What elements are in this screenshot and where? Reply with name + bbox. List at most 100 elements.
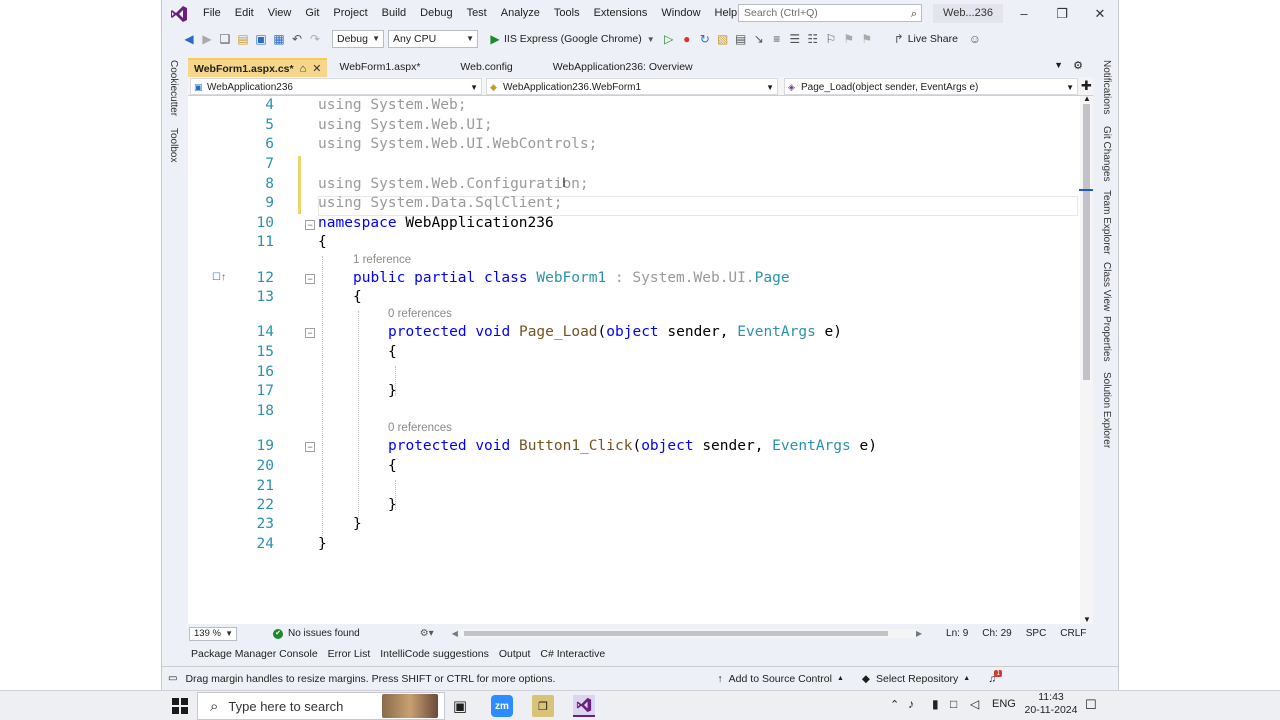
search-input[interactable]: Search (Ctrl+Q) ⌕: [738, 4, 922, 22]
restore-icon[interactable]: ❐: [1043, 0, 1081, 27]
method-references-codelens[interactable]: 0 references: [388, 422, 452, 434]
scroll-thumb[interactable]: [1083, 104, 1090, 380]
windows-start-icon[interactable]: [169, 695, 191, 717]
format-icon[interactable]: ≡: [768, 30, 786, 48]
uncomment-icon[interactable]: ☷: [804, 30, 822, 48]
menu-test[interactable]: Test: [460, 0, 494, 27]
type-dropdown[interactable]: ◆ WebApplication236.WebForm1 ▼: [486, 78, 778, 95]
notifications-tab[interactable]: Notifications: [1101, 60, 1112, 114]
save-all-icon[interactable]: ▦: [270, 30, 288, 48]
add-to-source-control-button[interactable]: Add to Source Control: [729, 673, 832, 685]
hot-reload-icon[interactable]: ●: [678, 30, 696, 48]
zoom-app-icon[interactable]: zm: [491, 695, 513, 717]
horizontal-scrollbar[interactable]: [459, 629, 916, 638]
code-lens-icon[interactable]: ☐↑: [212, 272, 226, 283]
method-references-codelens[interactable]: 0 references: [388, 308, 452, 320]
project-dropdown[interactable]: ▣ WebApplication236 ▼: [190, 78, 482, 95]
browser-link-icon[interactable]: ▧: [714, 30, 732, 48]
refresh-icon[interactable]: ↻: [696, 30, 714, 48]
bookmark-next-icon[interactable]: ⚑: [840, 30, 858, 48]
scroll-right-icon[interactable]: ▶: [916, 629, 922, 638]
tab-output[interactable]: Output: [494, 648, 536, 660]
menu-edit[interactable]: Edit: [228, 0, 261, 27]
fold-toggle[interactable]: −: [305, 442, 315, 452]
file-explorer-app-icon[interactable]: ❐: [532, 695, 554, 717]
bookmark-prev-icon[interactable]: ⚑: [858, 30, 876, 48]
taskbar-search-box[interactable]: ⌕ Type here to search: [197, 692, 445, 720]
tab-overview[interactable]: WebApplication236: Overview: [547, 58, 699, 77]
configuration-dropdown[interactable]: Debug ▼: [332, 30, 384, 48]
minimize-icon[interactable]: –: [1005, 0, 1043, 27]
menu-debug[interactable]: Debug: [413, 0, 459, 27]
menu-window[interactable]: Window: [654, 0, 707, 27]
whitespace-indicator[interactable]: SPC: [1026, 628, 1047, 639]
tab-package-manager-console[interactable]: Package Manager Console: [186, 648, 323, 660]
team-explorer-tab[interactable]: Team Explorer: [1101, 190, 1112, 254]
code-cleanup-icon[interactable]: ⚙▾: [420, 628, 434, 639]
visual-studio-logo-icon[interactable]: [162, 0, 196, 27]
menu-git[interactable]: Git: [298, 0, 326, 27]
menu-analyze[interactable]: Analyze: [494, 0, 547, 27]
tray-chevron-icon[interactable]: ⌃: [890, 698, 899, 711]
bookmark-icon[interactable]: ⚐: [822, 30, 840, 48]
scroll-down-icon[interactable]: ▼: [1083, 615, 1091, 624]
network-icon[interactable]: □: [950, 697, 957, 711]
live-share-icon[interactable]: ↱: [890, 30, 908, 48]
tab-error-list[interactable]: Error List: [323, 648, 376, 660]
scroll-up-icon[interactable]: ▲: [1083, 94, 1091, 103]
open-folder-icon[interactable]: ▤: [234, 30, 252, 48]
platform-dropdown[interactable]: Any CPU ▼: [388, 30, 478, 48]
undo-icon[interactable]: ↶: [288, 30, 306, 48]
comment-icon[interactable]: ☰: [786, 30, 804, 48]
issues-status[interactable]: No issues found: [288, 628, 360, 639]
vertical-scrollbar[interactable]: ▲ ▼: [1079, 94, 1095, 624]
save-icon[interactable]: ▣: [252, 30, 270, 48]
menu-file[interactable]: File: [196, 0, 228, 27]
speaker-icon[interactable]: ♪: [908, 697, 914, 711]
code-editor[interactable]: ☐↑ 4 5 6 7 8 9 10 11 12 13 14 15 16 17 1…: [188, 96, 1080, 624]
split-add-icon[interactable]: ✚: [1081, 78, 1092, 94]
clock[interactable]: 11:43 20-11-2024: [1022, 691, 1080, 717]
fold-toggle[interactable]: −: [305, 220, 315, 230]
play-icon[interactable]: ▶: [486, 30, 504, 48]
layout-icon[interactable]: ▤: [732, 30, 750, 48]
menu-extensions[interactable]: Extensions: [587, 0, 655, 27]
fold-toggle[interactable]: −: [305, 274, 315, 284]
select-repository-button[interactable]: Select Repository: [876, 673, 958, 685]
menu-project[interactable]: Project: [326, 0, 374, 27]
chevron-up-icon[interactable]: ▲: [963, 675, 970, 682]
forward-icon[interactable]: ▶: [198, 30, 216, 48]
microphone-icon[interactable]: ▮: [932, 697, 939, 711]
step-icon[interactable]: ↘: [750, 30, 768, 48]
notification-bell-icon[interactable]: ♫ 1: [988, 669, 1003, 685]
solution-explorer-tab[interactable]: Solution Explorer: [1101, 372, 1112, 448]
scroll-left-icon[interactable]: ◀: [452, 629, 458, 638]
tab-webform1-aspx[interactable]: WebForm1.aspx*: [333, 58, 426, 77]
class-references-codelens[interactable]: 1 reference: [353, 254, 411, 266]
redo-icon[interactable]: ↷: [306, 30, 324, 48]
run-target-button[interactable]: IIS Express (Google Chrome): [504, 33, 642, 45]
back-icon[interactable]: ◀: [180, 30, 198, 48]
new-project-icon[interactable]: ❑: [216, 30, 234, 48]
input-language[interactable]: ENG: [992, 698, 1016, 710]
chevron-down-icon[interactable]: ▼: [642, 30, 660, 48]
properties-tab[interactable]: Properties: [1101, 316, 1112, 362]
solution-title[interactable]: Web...236: [933, 4, 1003, 23]
line-indicator[interactable]: Ln: 9: [946, 628, 968, 639]
menu-build[interactable]: Build: [375, 0, 413, 27]
pin-icon[interactable]: ⌂: [300, 61, 307, 77]
settings-icon[interactable]: ⚙: [1073, 59, 1083, 72]
menu-view[interactable]: View: [261, 0, 299, 27]
class-view-tab[interactable]: Class View: [1101, 262, 1112, 311]
live-share-button[interactable]: Live Share: [908, 33, 958, 45]
zoom-dropdown[interactable]: 139 % ▼: [189, 626, 237, 641]
close-icon[interactable]: ✕: [312, 61, 321, 77]
chevron-up-icon[interactable]: ▲: [837, 675, 844, 682]
close-icon[interactable]: ✕: [1081, 0, 1118, 27]
tab-csharp-interactive[interactable]: C# Interactive: [535, 648, 610, 660]
volume-icon[interactable]: ◁: [970, 697, 979, 711]
member-dropdown[interactable]: ◈ Page_Load(object sender, EventArgs e) …: [784, 78, 1078, 95]
tab-intellicode-suggestions[interactable]: IntelliCode suggestions: [375, 648, 494, 660]
feedback-icon[interactable]: ☺: [966, 30, 984, 48]
horizontal-scroll-thumb[interactable]: [463, 631, 888, 636]
